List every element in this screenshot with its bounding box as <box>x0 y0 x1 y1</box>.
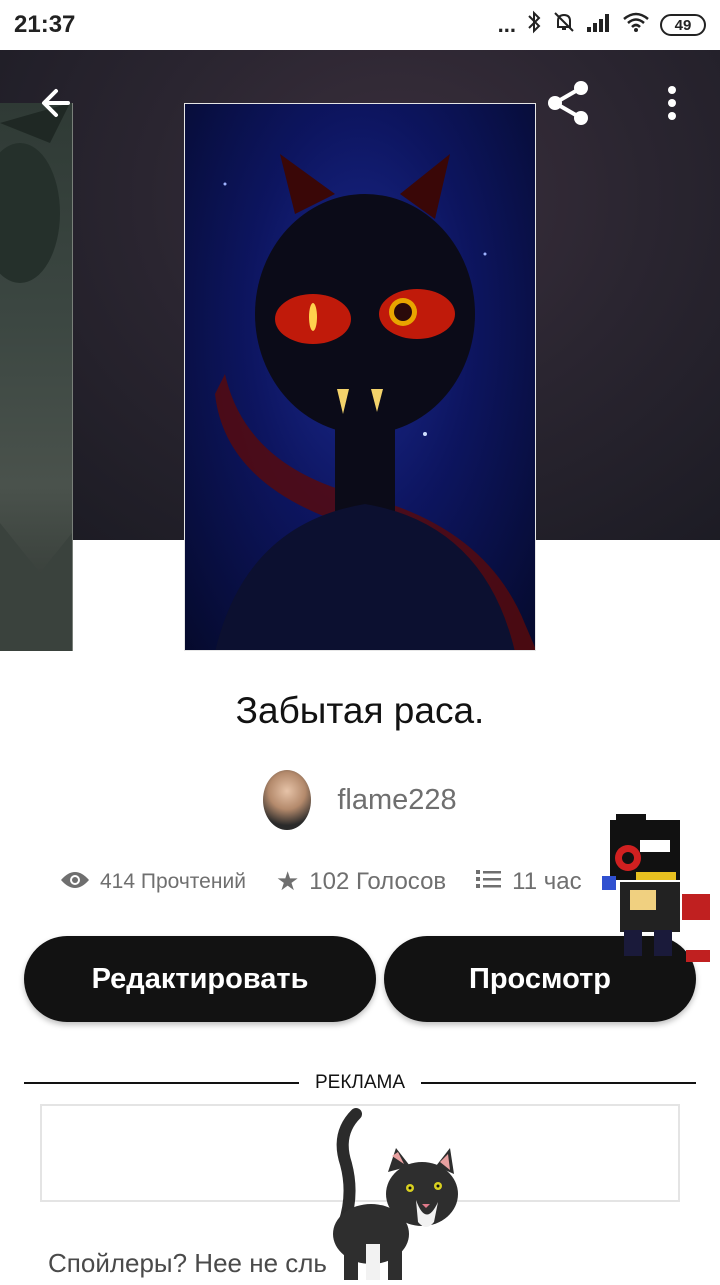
status-time: 21:37 <box>14 11 76 38</box>
star-icon: ★ <box>275 866 300 896</box>
back-button[interactable] <box>28 78 84 134</box>
list-icon <box>476 866 502 897</box>
ad-divider-right <box>421 1082 696 1084</box>
share-icon <box>543 78 593 135</box>
pixel-character-sticker[interactable] <box>600 810 716 970</box>
signal-strength-icon <box>586 11 612 39</box>
author-avatar[interactable] <box>263 770 312 830</box>
wifi-icon <box>622 11 650 39</box>
parts-count: 11 час <box>512 867 582 895</box>
parts-stat[interactable]: 11 час <box>476 866 582 897</box>
mute-bell-icon <box>552 10 576 40</box>
previous-cover-preview[interactable] <box>0 103 73 651</box>
reads-count: 414 Прочтений <box>100 869 246 893</box>
share-button[interactable] <box>540 78 596 134</box>
story-description: Спойлеры? Нее не сль <box>48 1248 327 1278</box>
edit-button[interactable]: Редактировать <box>24 936 376 1022</box>
ad-label: РЕКЛАМА <box>314 1072 406 1093</box>
battery-indicator: 49 <box>660 14 706 36</box>
votes-stat: ★ 102 Голосов <box>276 866 446 897</box>
more-options-button[interactable] <box>644 78 700 134</box>
arrow-left-icon <box>38 85 74 128</box>
cat-sticker[interactable] <box>326 1104 462 1280</box>
author-name[interactable]: flame228 <box>337 784 456 817</box>
status-icons: ... 49 <box>498 10 706 40</box>
story-cover-image[interactable] <box>184 103 536 651</box>
ad-header: РЕКЛАМА <box>24 1072 696 1094</box>
reads-stat: 414 Прочтений <box>60 866 246 897</box>
status-bar: 21:37 ... 49 <box>0 0 720 50</box>
more-vertical-icon <box>666 85 678 128</box>
eye-icon <box>60 866 90 897</box>
votes-count: 102 Голосов <box>309 867 447 895</box>
bluetooth-icon <box>526 10 542 40</box>
ad-divider-left <box>24 1082 299 1084</box>
signal-dots: ... <box>497 12 516 37</box>
story-stats: 414 Прочтений ★ 102 Голосов 11 час <box>60 866 582 897</box>
story-title: Забытая раса. <box>235 690 485 731</box>
